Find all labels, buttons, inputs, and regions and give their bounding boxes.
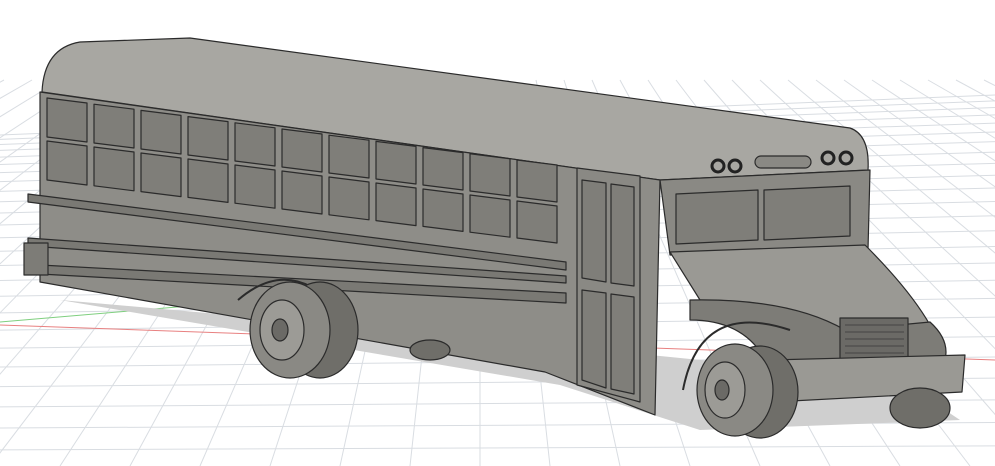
bus bbox=[23, 37, 966, 430]
window-pane bbox=[375, 140, 417, 185]
door-panel-right-bottom bbox=[610, 293, 635, 395]
door-panel-left-bottom bbox=[581, 289, 607, 389]
door-panel-left-top bbox=[581, 179, 607, 283]
window-pane bbox=[516, 200, 558, 244]
window-pane bbox=[516, 159, 558, 203]
window-pane bbox=[187, 115, 229, 161]
window-pane bbox=[93, 146, 135, 192]
window-pane bbox=[93, 103, 135, 149]
window-pane bbox=[281, 128, 323, 173]
windshield-left bbox=[675, 189, 759, 245]
window-pane bbox=[234, 122, 276, 167]
window-pane bbox=[46, 97, 88, 143]
windshield-right bbox=[763, 185, 851, 241]
window-pane bbox=[234, 164, 276, 209]
window-pane bbox=[46, 140, 88, 186]
window-pane bbox=[375, 182, 417, 227]
window-pane bbox=[422, 188, 464, 232]
window-pane bbox=[328, 134, 370, 179]
window-pane bbox=[469, 153, 511, 197]
cad-viewport[interactable] bbox=[0, 0, 995, 466]
window-pane bbox=[422, 147, 464, 191]
rear-bumper-stub bbox=[23, 242, 49, 276]
window-pane bbox=[281, 170, 323, 215]
window-pane bbox=[140, 109, 182, 155]
window-pane bbox=[469, 194, 511, 238]
door-panel-right-top bbox=[610, 183, 635, 287]
window-pane bbox=[328, 176, 370, 221]
window-pane bbox=[187, 158, 229, 203]
bus-model-render[interactable] bbox=[0, 0, 995, 466]
marker-light-bar bbox=[754, 155, 812, 169]
window-pane bbox=[140, 152, 182, 198]
grid-line bbox=[0, 445, 995, 451]
